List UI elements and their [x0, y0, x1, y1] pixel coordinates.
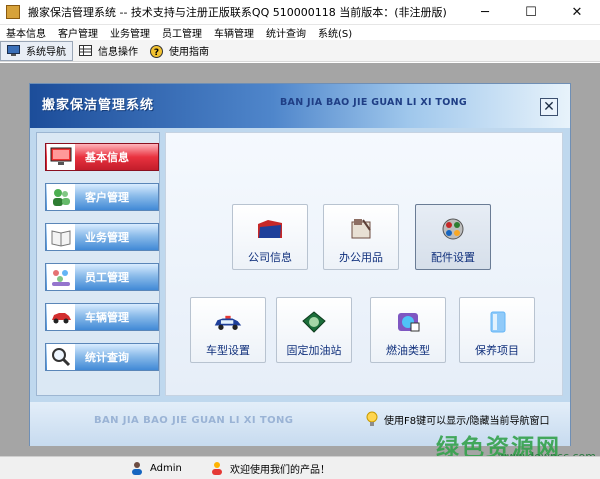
- folder-icon: [255, 215, 285, 243]
- tool-label: 使用指南: [169, 47, 209, 58]
- user-icon: [130, 461, 144, 475]
- status-bar: Admin 欢迎使用我们的产品！: [0, 456, 600, 479]
- menu-staff[interactable]: 员工管理: [156, 25, 208, 40]
- nav-basic-info[interactable]: 基本信息: [45, 143, 159, 171]
- content-area: 公司信息 办公用品 配件设置 车型设置 固定加油站 燃油类型 保养项目: [165, 132, 563, 396]
- footer-pinyin: BAN JIA BAO JIE GUAN LI XI TONG: [94, 415, 294, 426]
- tile-label: 固定加油站: [286, 344, 342, 357]
- status-user-name: Admin: [150, 462, 182, 474]
- menu-bar: 基本信息 客户管理 业务管理 员工管理 车辆管理 统计查询 系统(S): [0, 25, 600, 40]
- nav-label: 业务管理: [85, 231, 129, 244]
- help-icon: ?: [150, 45, 163, 58]
- footer-hint: 使用F8键可以显示/隐藏当前导航窗口: [364, 411, 549, 427]
- nav-vehicle[interactable]: 车辆管理: [45, 303, 159, 331]
- grid-icon: [79, 45, 92, 56]
- menu-business[interactable]: 业务管理: [104, 25, 156, 40]
- menu-statistics[interactable]: 统计查询: [260, 25, 312, 40]
- tile-label: 车型设置: [206, 344, 250, 357]
- panel-title: 搬家保洁管理系统: [42, 98, 155, 113]
- welcome-icon: [210, 461, 224, 475]
- close-icon: ✕: [543, 99, 555, 115]
- menu-basic-info[interactable]: 基本信息: [0, 25, 52, 40]
- tool-system-nav[interactable]: 系统导航: [0, 40, 73, 61]
- monitor-icon: [7, 45, 20, 56]
- lightbulb-icon: [364, 411, 380, 427]
- fuel-type-icon: [393, 308, 423, 336]
- gas-station-icon: [299, 308, 329, 336]
- app-icon: [6, 5, 20, 19]
- nav-label: 客户管理: [85, 191, 129, 204]
- tile-label: 配件设置: [431, 251, 475, 264]
- mdi-workspace: 搬家保洁管理系统 BAN JIA BAO JIE GUAN LI XI TONG…: [0, 63, 600, 461]
- nav-label: 车辆管理: [85, 311, 129, 324]
- navigation-panel: 搬家保洁管理系统 BAN JIA BAO JIE GUAN LI XI TONG…: [29, 83, 571, 446]
- panel-pinyin: BAN JIA BAO JIE GUAN LI XI TONG: [280, 97, 467, 108]
- status-message-text: 欢迎使用我们的产品！: [230, 464, 330, 476]
- tile-fuel-type[interactable]: 燃油类型: [370, 297, 446, 363]
- tool-info-ops[interactable]: 信息操作: [73, 41, 144, 61]
- monitor-icon: [47, 144, 75, 170]
- tool-label: 信息操作: [98, 47, 138, 58]
- svg-text:?: ?: [154, 48, 159, 58]
- parts-icon: [438, 215, 468, 243]
- toolbar: 系统导航 信息操作 ? 使用指南: [0, 40, 600, 62]
- minimize-button[interactable]: ─: [462, 0, 508, 25]
- tool-user-guide[interactable]: ? 使用指南: [144, 41, 215, 61]
- nav-label: 员工管理: [85, 271, 129, 284]
- footer-hint-text: 使用F8键可以显示/隐藏当前导航窗口: [384, 415, 550, 427]
- nav-staff[interactable]: 员工管理: [45, 263, 159, 291]
- users-icon: [47, 184, 75, 210]
- panel-header: 搬家保洁管理系统 BAN JIA BAO JIE GUAN LI XI TONG…: [30, 84, 570, 128]
- nav-business[interactable]: 业务管理: [45, 223, 159, 251]
- car-icon: [47, 304, 75, 330]
- nav-statistics[interactable]: 统计查询: [45, 343, 159, 371]
- book-icon: [47, 224, 75, 250]
- status-user: Admin: [130, 461, 182, 475]
- tile-label: 燃油类型: [386, 344, 430, 357]
- window-controls: ─ ☐ ✕: [462, 0, 600, 25]
- tile-company-info[interactable]: 公司信息: [232, 204, 308, 270]
- title-bar: 搬家保洁管理系统 -- 技术支持与注册正版联系QQ 510000118 当前版本…: [0, 0, 600, 25]
- menu-vehicle[interactable]: 车辆管理: [208, 25, 260, 40]
- maintenance-icon: [482, 308, 512, 336]
- tool-label: 系统导航: [26, 47, 66, 58]
- tile-maintenance[interactable]: 保养项目: [459, 297, 535, 363]
- menu-customer[interactable]: 客户管理: [52, 25, 104, 40]
- nav-label: 基本信息: [85, 151, 129, 164]
- tile-label: 公司信息: [248, 251, 292, 264]
- menu-system[interactable]: 系统(S): [312, 25, 358, 40]
- tile-gas-station[interactable]: 固定加油站: [276, 297, 352, 363]
- tile-car-model[interactable]: 车型设置: [190, 297, 266, 363]
- tile-label: 办公用品: [339, 251, 383, 264]
- close-panel-button[interactable]: ✕: [540, 98, 558, 116]
- status-message: 欢迎使用我们的产品！: [210, 461, 330, 476]
- magnifier-icon: [47, 344, 75, 370]
- police-car-icon: [213, 308, 243, 336]
- nav-customer[interactable]: 客户管理: [45, 183, 159, 211]
- nav-label: 统计查询: [85, 351, 129, 364]
- office-supplies-icon: [346, 215, 376, 243]
- tile-label: 保养项目: [475, 344, 519, 357]
- staff-icon: [47, 264, 75, 290]
- window-title: 搬家保洁管理系统 -- 技术支持与注册正版联系QQ 510000118 当前版本…: [28, 6, 447, 19]
- tile-office-supplies[interactable]: 办公用品: [323, 204, 399, 270]
- tile-parts-settings[interactable]: 配件设置: [415, 204, 491, 270]
- maximize-button[interactable]: ☐: [508, 0, 554, 25]
- close-window-button[interactable]: ✕: [554, 0, 600, 25]
- left-nav: 基本信息 客户管理 业务管理 员工管理 车辆管理 统计查询: [36, 132, 160, 396]
